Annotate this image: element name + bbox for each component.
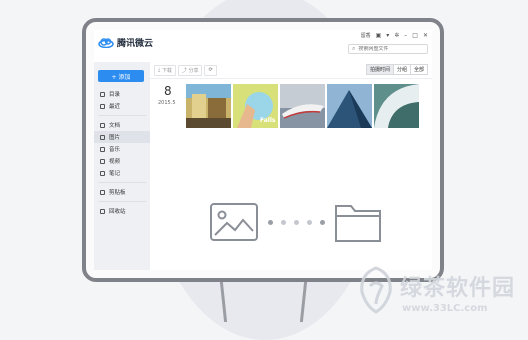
progress-dot [294, 219, 299, 225]
avatar-icon[interactable]: ▣ [376, 32, 382, 39]
sidebar: + 添加 目录最近文档图片音乐视频笔记剪贴板回收站 [94, 62, 150, 270]
clock-icon [100, 103, 105, 109]
watermark-url: www.33LC.com [402, 303, 488, 314]
photo-hand-sign[interactable]: Falls [233, 84, 278, 128]
user-name[interactable]: 留香 [361, 32, 371, 39]
sidebar-divider [98, 115, 146, 116]
folder-icon [335, 205, 381, 242]
close-icon[interactable]: ✕ [423, 32, 428, 39]
refresh-button[interactable]: ⟳ [204, 64, 217, 76]
photo-boat[interactable] [280, 84, 325, 128]
watermark-logo [360, 266, 392, 314]
share-button[interactable]: ⤴ 分享 [177, 64, 203, 76]
svg-text:Falls: Falls [260, 117, 276, 124]
sidebar-item-label: 音乐 [109, 147, 121, 153]
download-button[interactable]: ⤓ 下载 [154, 64, 176, 76]
sidebar-item[interactable]: 文档 [94, 119, 150, 131]
sidebar-item-label: 最近 [109, 104, 121, 110]
view-switcher: 拍摄时间 分组 全部 [365, 64, 428, 75]
sidebar-item-label: 视频 [109, 159, 121, 165]
share-icon: ⤴ [181, 67, 187, 74]
sidebar-item[interactable]: 音乐 [94, 143, 150, 155]
window-controls: 留香 ▣ ▾ ✲ – □ ✕ [361, 32, 428, 39]
download-icon: ⤓ [158, 67, 161, 73]
sidebar-item[interactable]: 图片 [94, 131, 150, 143]
document-icon [100, 122, 105, 128]
cloud-logo-icon [98, 38, 114, 48]
sidebar-item-label: 文档 [109, 123, 121, 129]
sidebar-item[interactable]: 笔记 [94, 167, 150, 179]
trash-icon [100, 208, 105, 214]
photo-building[interactable] [327, 84, 372, 128]
image-icon [100, 134, 105, 140]
toolbar: ⤓ 下载 ⤴ 分享 ⟳ 拍摄时间 分组 全部 [154, 64, 428, 76]
share-label: 分享 [188, 67, 199, 74]
main-content: ⤓ 下载 ⤴ 分享 ⟳ 拍摄时间 分组 全部 8 2015.5 Falls [150, 62, 432, 270]
sidebar-item-label: 目录 [109, 92, 121, 98]
sidebar-nav: 目录最近文档图片音乐视频笔记剪贴板回收站 [94, 88, 150, 217]
sidebar-item-label: 笔记 [109, 171, 121, 177]
photo-arch[interactable] [374, 84, 419, 128]
minimize-icon[interactable]: – [404, 32, 407, 39]
progress-dot [281, 219, 286, 225]
download-label: 下载 [161, 67, 172, 74]
search-box[interactable]: ⌕ [348, 44, 428, 54]
sidebar-divider [98, 201, 146, 202]
date-day: 8 [164, 84, 172, 98]
sidebar-item[interactable]: 最近 [94, 100, 150, 112]
progress-dot [307, 219, 312, 225]
date-year-month: 2015.5 [158, 100, 176, 106]
monitor: 腾讯微云 留香 ▣ ▾ ✲ – □ ✕ ⌕ + 添加 目录最近文档图片音乐视频笔… [82, 18, 444, 282]
sidebar-item-label: 剪贴板 [109, 190, 126, 196]
gear-icon[interactable]: ✲ [394, 32, 399, 39]
sidebar-divider [98, 182, 146, 183]
chevron-down-icon[interactable]: ▾ [386, 32, 389, 39]
video-icon [100, 158, 105, 164]
progress-dot [320, 219, 325, 225]
clipboard-icon [100, 189, 105, 195]
view-option[interactable]: 拍摄时间 [365, 64, 394, 75]
photo-grid: Falls [186, 84, 419, 128]
sidebar-item[interactable]: 视频 [94, 155, 150, 167]
transfer-illustration [210, 202, 381, 242]
sidebar-item-label: 回收站 [109, 209, 126, 215]
sidebar-item[interactable]: 剪贴板 [94, 186, 150, 198]
sidebar-item-label: 图片 [109, 135, 121, 141]
view-option[interactable]: 分组 [392, 64, 411, 75]
sidebar-item[interactable]: 回收站 [94, 205, 150, 217]
music-icon [100, 146, 105, 152]
upload-button[interactable]: + 添加 [98, 70, 144, 82]
title-bar: 腾讯微云 留香 ▣ ▾ ✲ – □ ✕ ⌕ [94, 30, 432, 62]
refresh-icon: ⟳ [208, 67, 213, 73]
app-name: 腾讯微云 [117, 39, 154, 49]
app-window: 腾讯微云 留香 ▣ ▾ ✲ – □ ✕ ⌕ + 添加 目录最近文档图片音乐视频笔… [94, 30, 432, 270]
image-icon [210, 203, 258, 241]
progress-dot [268, 219, 273, 225]
note-icon [100, 170, 105, 176]
folder-icon [100, 91, 105, 97]
watermark-text: 绿茶软件园 [400, 276, 516, 301]
photo-street[interactable] [186, 84, 231, 128]
progress-dots [268, 219, 325, 225]
app-logo: 腾讯微云 [98, 36, 153, 49]
search-input[interactable] [358, 46, 423, 52]
toolbar-divider [150, 78, 432, 79]
maximize-icon[interactable]: □ [412, 32, 418, 39]
view-option[interactable]: 全部 [409, 64, 428, 75]
search-icon: ⌕ [352, 45, 356, 52]
sidebar-item[interactable]: 目录 [94, 88, 150, 100]
